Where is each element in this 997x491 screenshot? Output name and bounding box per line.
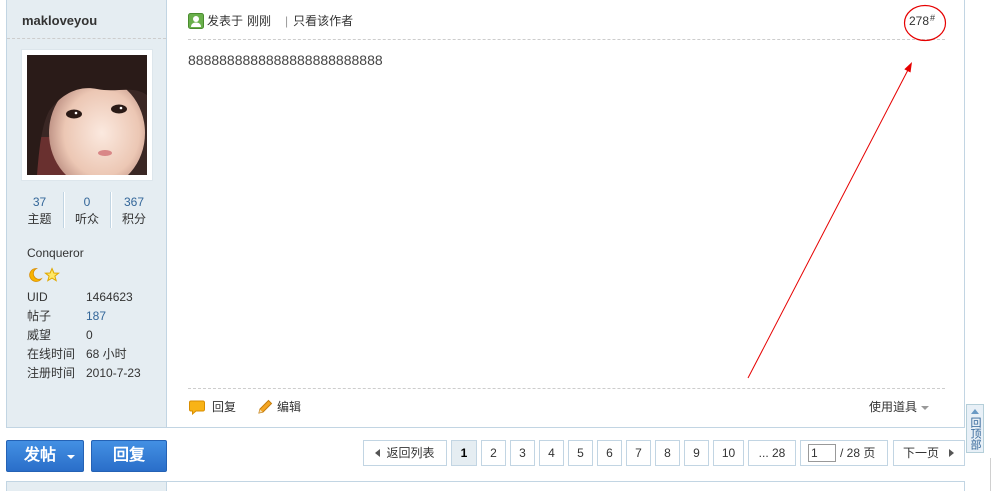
avatar[interactable] bbox=[22, 50, 152, 180]
arrow-right-icon bbox=[949, 449, 955, 457]
back-to-top-label: 回顶部 bbox=[969, 417, 981, 450]
page-number[interactable]: 1 bbox=[451, 440, 477, 466]
rank-stars bbox=[27, 267, 60, 283]
page-number[interactable]: 3 bbox=[510, 440, 535, 466]
page-number[interactable]: 4 bbox=[539, 440, 564, 466]
new-thread-label: 发帖 bbox=[24, 447, 57, 464]
page-number[interactable]: 2 bbox=[481, 440, 506, 466]
info-row-posts: 帖子 187 bbox=[27, 307, 141, 326]
use-tools-menu[interactable]: 使用道具 bbox=[869, 399, 917, 415]
edit-link[interactable]: 编辑 bbox=[277, 399, 301, 415]
stat-threads: 37 主题 bbox=[16, 192, 63, 228]
star-icon bbox=[44, 267, 60, 283]
posted-time: 刚刚 bbox=[247, 14, 272, 28]
next-page-label: 下一页 bbox=[903, 446, 940, 460]
back-to-top-button[interactable]: 回顶部 bbox=[966, 404, 984, 453]
info-value-link[interactable]: 187 bbox=[86, 307, 106, 326]
stat-value[interactable]: 367 bbox=[111, 194, 157, 211]
info-value: 68 小时 bbox=[86, 347, 127, 361]
footer-divider bbox=[188, 388, 945, 389]
arrow-left-icon bbox=[375, 449, 381, 457]
user-post-icon bbox=[188, 13, 204, 29]
author-only-link[interactable]: 只看该作者 bbox=[293, 13, 353, 29]
info-row-register-date: 注册时间 2010-7-23 bbox=[27, 364, 141, 383]
info-value: 0 bbox=[86, 328, 93, 342]
info-label: UID bbox=[27, 290, 48, 304]
last-page-link[interactable]: ... 28 bbox=[748, 440, 796, 466]
author-info-table: UID 1464623 帖子 187 威望 0 在线时间 68 小时 注册时间 … bbox=[27, 288, 141, 383]
stat-label: 主题 bbox=[27, 212, 52, 226]
reply-link[interactable]: 回复 bbox=[212, 399, 236, 415]
info-label: 在线时间 bbox=[27, 347, 76, 361]
author-username[interactable]: makloveyou bbox=[22, 13, 97, 29]
page-number[interactable]: 10 bbox=[713, 440, 744, 466]
stat-followers: 0 听众 bbox=[63, 192, 110, 228]
info-row-online-time: 在线时间 68 小时 bbox=[27, 345, 141, 364]
info-row-reputation: 威望 0 bbox=[27, 326, 141, 345]
info-row-uid: UID 1464623 bbox=[27, 288, 141, 307]
info-label: 帖子 bbox=[27, 309, 52, 323]
info-label: 威望 bbox=[27, 328, 52, 342]
stat-value[interactable]: 0 bbox=[64, 194, 110, 211]
page-jump: / 28 页 bbox=[800, 440, 888, 466]
page-jump-input[interactable] bbox=[808, 444, 836, 462]
scrollbar-edge bbox=[990, 458, 991, 491]
post-body: 8888888888888888888888888 bbox=[188, 52, 383, 68]
chevron-down-icon[interactable] bbox=[921, 406, 929, 410]
info-label: 注册时间 bbox=[27, 366, 76, 380]
floor-number: 278 bbox=[909, 14, 930, 28]
new-thread-button[interactable]: 发帖 bbox=[6, 440, 84, 472]
header-divider bbox=[188, 39, 945, 40]
page-number[interactable]: 5 bbox=[568, 440, 593, 466]
floor-number-link[interactable]: 278# bbox=[909, 13, 935, 29]
reply-button[interactable]: 回复 bbox=[91, 440, 167, 472]
post-meta: 发表于 刚刚 | 只看该作者 bbox=[207, 13, 353, 29]
posted-prefix: 发表于 bbox=[207, 14, 244, 28]
page-total: / 28 页 bbox=[840, 446, 876, 460]
sidebar-divider bbox=[7, 38, 166, 39]
moon-icon bbox=[27, 267, 43, 283]
stat-label: 积分 bbox=[121, 212, 146, 226]
page-number[interactable]: 6 bbox=[597, 440, 622, 466]
arrow-up-icon bbox=[971, 409, 979, 414]
stat-points: 367 积分 bbox=[110, 192, 157, 228]
page-number[interactable]: 7 bbox=[626, 440, 651, 466]
speech-bubble-icon[interactable] bbox=[189, 399, 205, 416]
pencil-icon[interactable] bbox=[257, 399, 273, 415]
back-to-list-label: 返回列表 bbox=[386, 446, 435, 460]
stat-label: 听众 bbox=[74, 212, 99, 226]
page-number[interactable]: 9 bbox=[684, 440, 709, 466]
info-value: 2010-7-23 bbox=[86, 366, 141, 380]
author-stats: 37 主题 0 听众 367 积分 bbox=[16, 192, 157, 228]
author-rank: Conqueror bbox=[27, 246, 84, 260]
floor-suffix: # bbox=[930, 13, 936, 23]
meta-separator: | bbox=[285, 14, 289, 28]
page-number[interactable]: 8 bbox=[655, 440, 680, 466]
chevron-down-icon[interactable] bbox=[67, 455, 75, 459]
stat-value[interactable]: 37 bbox=[16, 194, 63, 211]
back-to-list-button[interactable]: 返回列表 bbox=[363, 440, 447, 466]
next-page-button[interactable]: 下一页 bbox=[893, 440, 965, 466]
avatar-photo bbox=[27, 55, 147, 175]
next-post-content bbox=[167, 481, 965, 491]
info-value: 1464623 bbox=[86, 290, 133, 304]
next-post-sidebar bbox=[6, 481, 167, 491]
